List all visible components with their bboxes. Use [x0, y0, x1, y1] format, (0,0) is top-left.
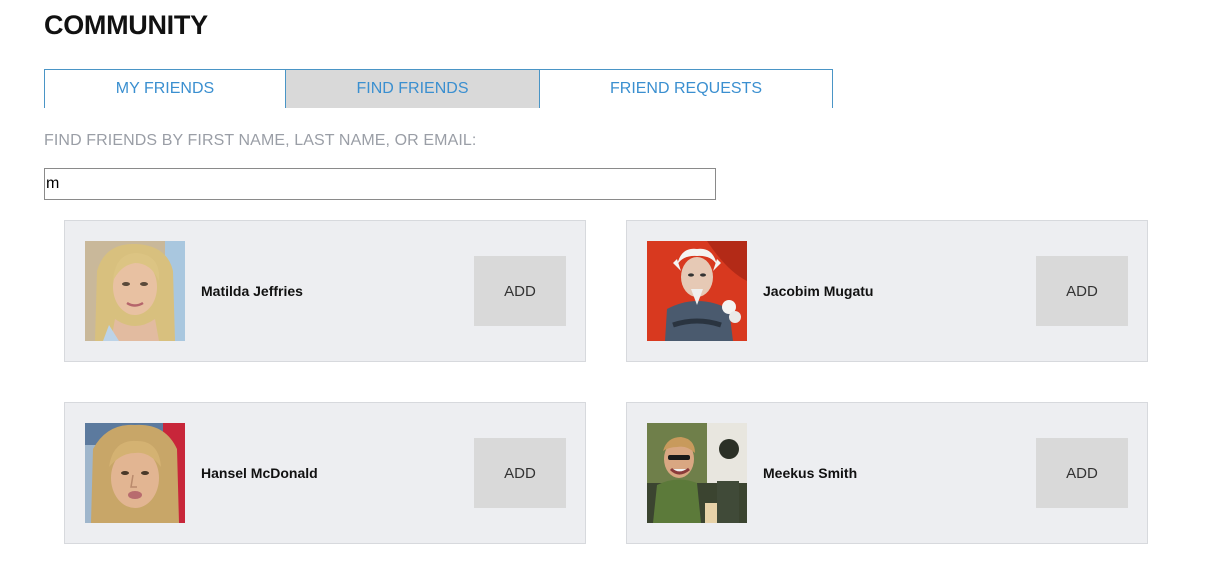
- tab-friend-requests[interactable]: FRIEND REQUESTS: [539, 69, 833, 108]
- search-input[interactable]: [44, 168, 716, 200]
- blond-man-photo: [85, 423, 185, 523]
- friend-name: Matilda Jeffries: [201, 283, 303, 299]
- avatar: [85, 423, 185, 523]
- add-friend-button[interactable]: ADD: [1036, 438, 1128, 508]
- friend-result-card: Hansel McDonald ADD: [64, 402, 586, 544]
- add-friend-button[interactable]: ADD: [474, 256, 566, 326]
- blonde-woman-photo: [85, 241, 185, 341]
- search-label: FIND FRIENDS BY FIRST NAME, LAST NAME, O…: [44, 132, 477, 149]
- avatar: [85, 241, 185, 341]
- community-page: COMMUNITY MY FRIENDS FIND FRIENDS FRIEND…: [0, 0, 1220, 574]
- friend-name: Hansel McDonald: [201, 465, 318, 481]
- tab-bar: MY FRIENDS FIND FRIENDS FRIEND REQUESTS: [44, 69, 833, 108]
- tab-find-friends[interactable]: FIND FRIENDS: [285, 69, 540, 108]
- friend-name: Jacobim Mugatu: [763, 283, 874, 299]
- add-friend-button[interactable]: ADD: [1036, 256, 1128, 326]
- page-title: COMMUNITY: [44, 10, 208, 40]
- friend-result-card: Jacobim Mugatu ADD: [626, 220, 1148, 362]
- white-haired-man-photo: [647, 241, 747, 341]
- friend-result-card: Matilda Jeffries ADD: [64, 220, 586, 362]
- friend-name: Meekus Smith: [763, 465, 858, 481]
- avatar: [647, 423, 747, 523]
- avatar: [647, 241, 747, 341]
- man-sunglasses-photo: [647, 423, 747, 523]
- add-friend-button[interactable]: ADD: [474, 438, 566, 508]
- friend-result-card: Meekus Smith ADD: [626, 402, 1148, 544]
- tab-my-friends[interactable]: MY FRIENDS: [44, 69, 286, 108]
